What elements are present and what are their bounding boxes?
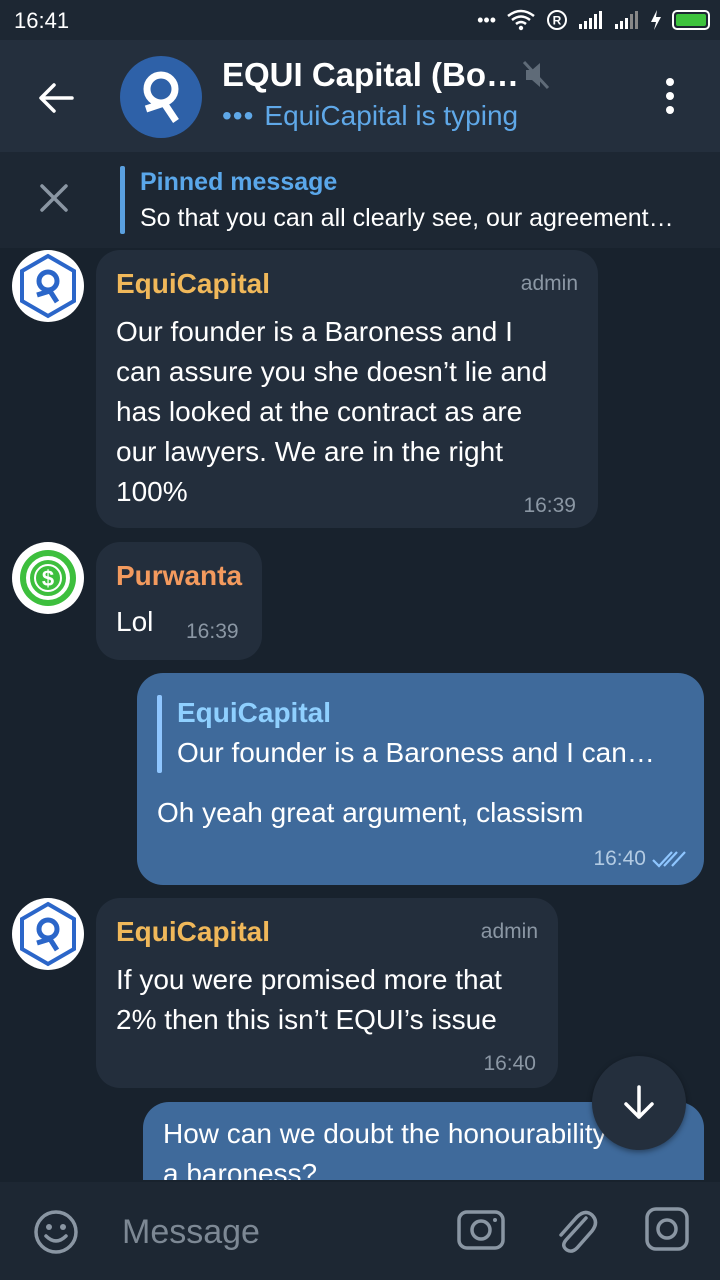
chat-title[interactable]: EQUI Capital (Bo… <box>222 56 519 94</box>
double-check-icon <box>652 851 686 868</box>
close-icon[interactable] <box>38 182 70 214</box>
typing-status: ••• EquiCapital is typing <box>222 100 518 132</box>
attach-icon[interactable] <box>552 1204 598 1256</box>
status-bar: 16:41 ••• R <box>0 0 720 40</box>
more-vert-icon[interactable] <box>660 76 680 116</box>
message-time: 16:39 <box>523 494 576 517</box>
muted-icon <box>522 60 550 90</box>
admin-badge: admin <box>480 920 538 943</box>
scroll-to-bottom-button[interactable] <box>592 1056 686 1150</box>
pinned-message-bar[interactable]: Pinned message So that you can all clear… <box>0 152 720 248</box>
outgoing-message-bubble[interactable]: EquiCapital Our founder is a Baroness an… <box>137 673 704 885</box>
message-composer <box>0 1182 720 1280</box>
message-line: Our founder is a Baroness and I <box>116 316 513 347</box>
equi-hex-logo-icon <box>20 253 76 319</box>
pinned-accent-bar <box>120 166 125 234</box>
wifi-icon <box>507 9 535 31</box>
sender-name[interactable]: EquiCapital <box>116 916 270 948</box>
avatar-equicapital[interactable] <box>12 250 84 322</box>
message-line: If you were promised more that <box>116 964 502 995</box>
message-line: 100% <box>116 476 188 507</box>
signal-2-icon <box>615 11 638 29</box>
message-line: our lawyers. We are in the right <box>116 436 503 467</box>
typing-text: EquiCapital is typing <box>264 100 519 131</box>
chat-header: EQUI Capital (Bo… ••• EquiCapital is typi… <box>0 40 720 152</box>
status-time: 16:41 <box>14 8 70 33</box>
emoji-icon[interactable] <box>32 1208 80 1256</box>
message-text: If you were promised more that 2% then t… <box>116 960 546 1040</box>
instant-camera-icon[interactable] <box>644 1206 690 1252</box>
battery-icon <box>672 10 710 30</box>
dollar-coin-icon: $ <box>20 550 76 606</box>
message-text: Oh yeah great argument, classism <box>157 797 584 828</box>
equi-logo-icon <box>143 71 179 123</box>
more-dots-icon: ••• <box>477 9 496 30</box>
message-line: 2% then this isn’t EQUI’s issue <box>116 1004 497 1035</box>
camera-icon[interactable] <box>456 1206 506 1252</box>
admin-badge: admin <box>520 272 578 295</box>
message-time: 16:40 <box>483 1052 536 1075</box>
sender-name[interactable]: EquiCapital <box>116 268 270 300</box>
message-text: Lol <box>116 606 154 637</box>
registered-icon: R <box>547 10 567 30</box>
message-line: can assure you she doesn’t lie and <box>116 356 548 387</box>
message-input[interactable] <box>120 1206 444 1258</box>
message-text: Our founder is a Baroness and I can assu… <box>116 312 586 512</box>
reply-accent-bar <box>157 695 162 773</box>
message-line: has looked at the contract as are <box>116 396 523 427</box>
arrow-down-icon <box>624 1085 654 1119</box>
status-icons: ••• R <box>477 6 710 34</box>
pinned-title: Pinned message <box>140 168 338 196</box>
message-time: 16:40 <box>593 847 646 870</box>
message-time: 16:39 <box>186 620 239 643</box>
svg-text:R: R <box>553 14 562 28</box>
message-bubble[interactable]: Purwanta Lol 16:39 <box>96 542 262 660</box>
avatar-equicapital[interactable] <box>12 898 84 970</box>
pinned-text: So that you can all clearly see, our agr… <box>140 204 674 232</box>
message-list[interactable]: EquiCapital admin Our founder is a Baron… <box>0 248 720 1180</box>
signal-icon <box>579 11 602 29</box>
svg-text:$: $ <box>42 566 54 591</box>
channel-avatar[interactable] <box>120 56 202 138</box>
reply-text[interactable]: Our founder is a Baroness and I can… <box>177 737 655 769</box>
avatar-purwanta[interactable]: $ <box>12 542 84 614</box>
reply-sender[interactable]: EquiCapital <box>177 697 331 729</box>
sender-name[interactable]: Purwanta <box>116 560 242 592</box>
message-bubble[interactable]: EquiCapital admin Our founder is a Baron… <box>96 250 598 528</box>
message-bubble[interactable]: EquiCapital admin If you were promised m… <box>96 898 558 1088</box>
equi-hex-logo-icon <box>20 901 76 967</box>
charging-icon <box>651 10 661 30</box>
typing-dots-icon: ••• <box>222 100 255 131</box>
back-arrow-icon[interactable] <box>36 78 76 118</box>
message-line: a baroness? <box>163 1158 318 1180</box>
